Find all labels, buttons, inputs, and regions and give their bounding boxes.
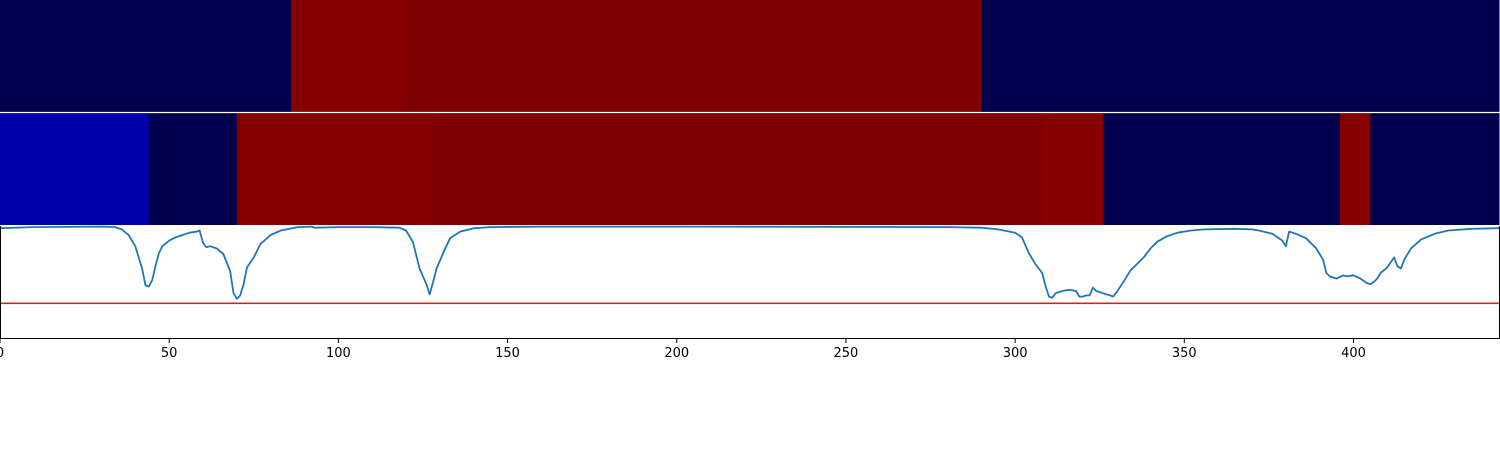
heatmap-top-segment-1: [291, 0, 404, 112]
x-tick-label-0: 0: [0, 346, 4, 361]
x-tick-label-250: 250: [834, 346, 859, 361]
x-tick-label-50: 50: [161, 346, 178, 361]
x-tick-label-400: 400: [1341, 346, 1366, 361]
heatmap-top: [0, 0, 1500, 112]
chart: 0 50 100 150 200 250 300 350 400: [0, 0, 1500, 361]
heatmap-top-segment-2: [402, 0, 982, 112]
heatmap-middle-segment-1: [148, 113, 238, 225]
heatmap-middle: [0, 111, 1500, 225]
heatmap-middle-segment-4: [1042, 113, 1104, 225]
x-tick-label-300: 300: [1003, 346, 1028, 361]
heatmap-top-segment-3: [981, 0, 1500, 112]
x-tick-label-350: 350: [1172, 346, 1197, 361]
heatmap-top-segment-0: [0, 0, 292, 112]
heatmap-middle-segment-2: [236, 113, 434, 225]
series-line: [0, 225, 1500, 300]
x-tick-label-150: 150: [495, 346, 520, 361]
chart-axes: 0 50 100 150 200 250 300 350 400: [0, 226, 1500, 361]
heatmap-middle-segment-6: [1339, 113, 1371, 225]
heatmap-middle-segment-7: [1370, 113, 1500, 225]
heatmap-middle-segment-0: [0, 113, 150, 225]
heatmap-middle-segment-3: [433, 113, 1043, 225]
line-plot: [0, 225, 1500, 305]
x-tick-label-100: 100: [326, 346, 351, 361]
heatmap-middle-segment-5: [1103, 113, 1341, 225]
x-tick-label-200: 200: [664, 346, 689, 361]
